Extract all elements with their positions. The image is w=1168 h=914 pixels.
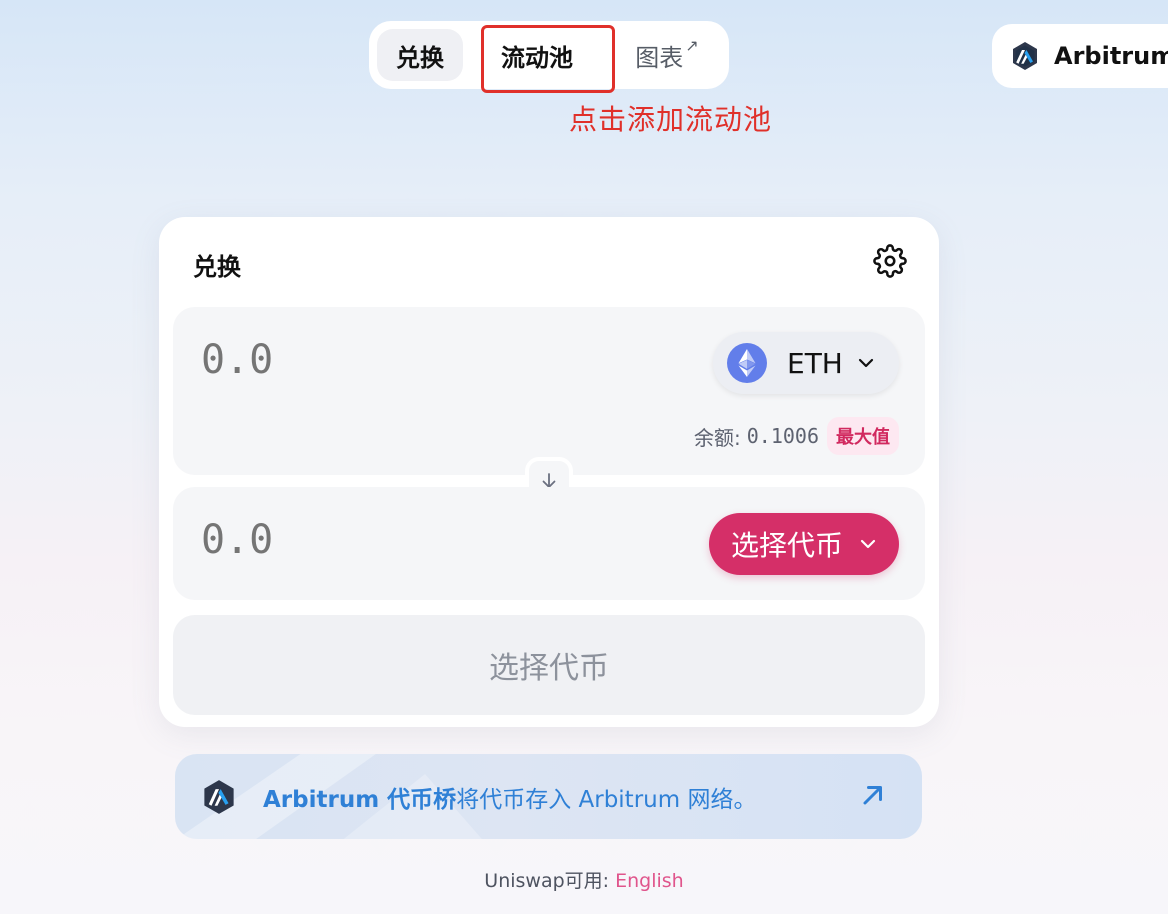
footer-prefix: Uniswap可用: bbox=[484, 870, 610, 892]
annotation-text: 点击添加流动池 bbox=[569, 103, 773, 136]
input-token-symbol: ETH bbox=[787, 346, 843, 380]
bridge-title: Arbitrum 代币桥 bbox=[263, 787, 457, 813]
language-link[interactable]: English bbox=[615, 870, 684, 892]
max-button[interactable]: 最大值 bbox=[827, 417, 899, 455]
tab-pool-label: 流动池 bbox=[501, 43, 573, 72]
tab-swap-label: 兑换 bbox=[396, 43, 444, 72]
input-amount-field[interactable] bbox=[201, 337, 501, 383]
tab-swap[interactable]: 兑换 bbox=[377, 29, 463, 81]
footer: Uniswap可用: English bbox=[0, 866, 1168, 893]
chevron-down-icon bbox=[858, 358, 873, 368]
input-panel: ETH 余额: 0.1006 最大值 bbox=[173, 307, 925, 475]
input-token-selector[interactable]: ETH bbox=[713, 332, 899, 394]
external-link-icon: ↗ bbox=[685, 35, 699, 55]
arbitrum-logo-icon bbox=[1013, 42, 1037, 70]
swap-action-label: 选择代币 bbox=[489, 651, 609, 686]
output-panel: 选择代币 bbox=[173, 487, 925, 600]
arrow-up-right-icon bbox=[863, 786, 882, 805]
output-amount-field[interactable] bbox=[201, 517, 501, 563]
tab-pool[interactable]: 流动池 bbox=[485, 29, 589, 81]
swap-title: 兑换 bbox=[193, 253, 241, 281]
network-label: Arbitrum bbox=[1054, 42, 1168, 70]
chevron-down-icon bbox=[860, 539, 876, 549]
bridge-text: Arbitrum 代币桥将代币存入 Arbitrum 网络。 bbox=[263, 780, 756, 814]
select-token-button[interactable]: 选择代币 bbox=[709, 513, 899, 575]
arbitrum-logo-icon bbox=[204, 780, 234, 814]
ethereum-logo-icon bbox=[727, 343, 767, 383]
bridge-description: 将代币存入 Arbitrum 网络。 bbox=[456, 787, 757, 813]
network-selector-button[interactable]: Arbitrum bbox=[992, 24, 1168, 88]
arbitrum-bridge-banner[interactable]: Arbitrum 代币桥将代币存入 Arbitrum 网络。 bbox=[175, 754, 922, 839]
balance-value: 0.1006 bbox=[746, 424, 819, 448]
select-token-label: 选择代币 bbox=[730, 529, 843, 562]
tab-charts-label: 图表 bbox=[635, 43, 684, 72]
top-nav: 兑换 流动池 图表 ↗ bbox=[369, 21, 729, 89]
balance-row: 余额: 0.1006 最大值 bbox=[694, 417, 899, 455]
swap-action-button[interactable]: 选择代币 bbox=[173, 615, 925, 715]
tab-charts[interactable]: 图表 ↗ bbox=[619, 29, 715, 81]
gear-icon[interactable] bbox=[873, 244, 907, 278]
balance-label: 余额: bbox=[694, 425, 741, 450]
swap-card: 兑换 ETH 余额: 0.1006 最大值 bbox=[159, 217, 939, 727]
